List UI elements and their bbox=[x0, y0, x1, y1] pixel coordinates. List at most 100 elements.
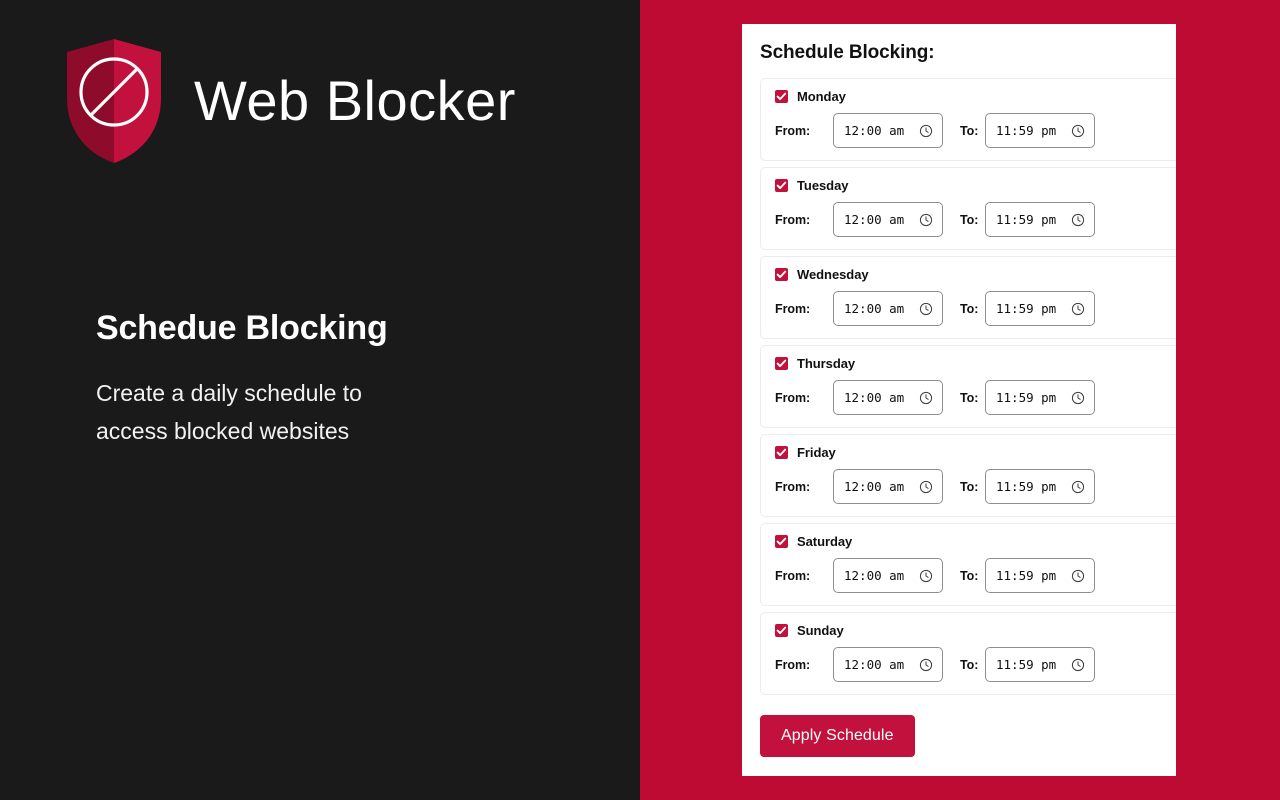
to-time-value: 11:59 pm bbox=[996, 301, 1057, 316]
day-row: Sunday From: 12:00 am To: 11:59 pm bbox=[760, 612, 1176, 695]
clock-icon[interactable] bbox=[1071, 124, 1085, 138]
from-time-input[interactable]: 12:00 am bbox=[833, 202, 943, 237]
from-time-input[interactable]: 12:00 am bbox=[833, 469, 943, 504]
clock-icon[interactable] bbox=[1071, 569, 1085, 583]
day-label: Monday bbox=[797, 89, 846, 104]
time-range: From: 12:00 am To: 11:59 pm bbox=[775, 113, 1176, 148]
clock-icon[interactable] bbox=[919, 124, 933, 138]
clock-icon[interactable] bbox=[919, 480, 933, 494]
from-label: From: bbox=[775, 479, 811, 494]
from-time-input[interactable]: 12:00 am bbox=[833, 291, 943, 326]
day-checkbox-saturday[interactable] bbox=[775, 535, 788, 548]
left-subtext: Create a daily schedule to access blocke… bbox=[96, 379, 362, 444]
schedule-card: Schedule Blocking: Monday From: 12:00 am To… bbox=[742, 24, 1176, 776]
day-header: Thursday bbox=[775, 356, 1176, 371]
to-label: To: bbox=[960, 390, 979, 405]
day-header: Monday bbox=[775, 89, 1176, 104]
day-label: Thursday bbox=[797, 356, 856, 371]
to-time-input[interactable]: 11:59 pm bbox=[985, 113, 1095, 148]
to-label: To: bbox=[960, 568, 979, 583]
time-range: From: 12:00 am To: 11:59 pm bbox=[775, 558, 1176, 593]
to-time-input[interactable]: 11:59 pm bbox=[985, 202, 1095, 237]
from-time-input[interactable]: 12:00 am bbox=[833, 113, 943, 148]
to-time-value: 11:59 pm bbox=[996, 123, 1057, 138]
from-time-input[interactable]: 12:00 am bbox=[833, 380, 943, 415]
to-time-input[interactable]: 11:59 pm bbox=[985, 469, 1095, 504]
time-range: From: 12:00 am To: 11:59 pm bbox=[775, 380, 1176, 415]
to-time-input[interactable]: 11:59 pm bbox=[985, 647, 1095, 682]
app-root: Web Blocker Schedue Blocking Create a da… bbox=[0, 0, 1280, 800]
to-time-value: 11:59 pm bbox=[996, 657, 1057, 672]
clock-icon[interactable] bbox=[919, 302, 933, 316]
left-heading: Schedue Blocking bbox=[96, 309, 388, 347]
day-row: Wednesday From: 12:00 am To: 11:59 pm bbox=[760, 256, 1176, 339]
clock-icon[interactable] bbox=[1071, 213, 1085, 227]
from-label: From: bbox=[775, 390, 811, 405]
clock-icon[interactable] bbox=[919, 391, 933, 405]
from-time-input[interactable]: 12:00 am bbox=[833, 647, 943, 682]
brand: Web Blocker bbox=[64, 36, 516, 166]
brand-title: Web Blocker bbox=[194, 69, 516, 132]
shield-prohibited-icon bbox=[64, 36, 164, 166]
day-checkbox-thursday[interactable] bbox=[775, 357, 788, 370]
from-time-value: 12:00 am bbox=[844, 301, 905, 316]
day-checkbox-friday[interactable] bbox=[775, 446, 788, 459]
to-time-value: 11:59 pm bbox=[996, 390, 1057, 405]
day-row: Monday From: 12:00 am To: 11:59 pm bbox=[760, 78, 1176, 161]
from-time-value: 12:00 am bbox=[844, 479, 905, 494]
day-label: Friday bbox=[797, 445, 836, 460]
from-time-value: 12:00 am bbox=[844, 390, 905, 405]
day-label: Wednesday bbox=[797, 267, 869, 282]
to-label: To: bbox=[960, 301, 979, 316]
to-time-input[interactable]: 11:59 pm bbox=[985, 558, 1095, 593]
from-label: From: bbox=[775, 657, 811, 672]
to-time-value: 11:59 pm bbox=[996, 212, 1057, 227]
from-time-value: 12:00 am bbox=[844, 123, 905, 138]
day-checkbox-monday[interactable] bbox=[775, 90, 788, 103]
day-header: Sunday bbox=[775, 623, 1176, 638]
day-header: Tuesday bbox=[775, 178, 1176, 193]
day-row: Saturday From: 12:00 am To: 11:59 pm bbox=[760, 523, 1176, 606]
clock-icon[interactable] bbox=[919, 213, 933, 227]
to-time-input[interactable]: 11:59 pm bbox=[985, 291, 1095, 326]
day-row: Tuesday From: 12:00 am To: 11:59 pm bbox=[760, 167, 1176, 250]
time-range: From: 12:00 am To: 11:59 pm bbox=[775, 291, 1176, 326]
left-copy: Schedue Blocking Create a daily schedule… bbox=[96, 308, 516, 451]
days-list: Monday From: 12:00 am To: 11:59 pm Tuesday Fro… bbox=[742, 64, 1176, 695]
to-time-input[interactable]: 11:59 pm bbox=[985, 380, 1095, 415]
from-time-value: 12:00 am bbox=[844, 657, 905, 672]
from-time-value: 12:00 am bbox=[844, 568, 905, 583]
day-row: Thursday From: 12:00 am To: 11:59 pm bbox=[760, 345, 1176, 428]
apply-schedule-button[interactable]: Apply Schedule bbox=[760, 715, 915, 757]
panel-title: Schedule Blocking: bbox=[760, 42, 935, 63]
to-label: To: bbox=[960, 123, 979, 138]
clock-icon[interactable] bbox=[1071, 658, 1085, 672]
clock-icon[interactable] bbox=[919, 569, 933, 583]
time-range: From: 12:00 am To: 11:59 pm bbox=[775, 202, 1176, 237]
from-time-input[interactable]: 12:00 am bbox=[833, 558, 943, 593]
from-label: From: bbox=[775, 212, 811, 227]
to-time-value: 11:59 pm bbox=[996, 479, 1057, 494]
day-checkbox-wednesday[interactable] bbox=[775, 268, 788, 281]
from-label: From: bbox=[775, 301, 811, 316]
day-checkbox-tuesday[interactable] bbox=[775, 179, 788, 192]
clock-icon[interactable] bbox=[1071, 391, 1085, 405]
to-label: To: bbox=[960, 479, 979, 494]
clock-icon[interactable] bbox=[1071, 302, 1085, 316]
clock-icon[interactable] bbox=[1071, 480, 1085, 494]
to-time-value: 11:59 pm bbox=[996, 568, 1057, 583]
from-time-value: 12:00 am bbox=[844, 212, 905, 227]
day-label: Saturday bbox=[797, 534, 853, 549]
right-crimson-background: Schedule Blocking: Monday From: 12:00 am To… bbox=[640, 0, 1280, 800]
day-row: Friday From: 12:00 am To: 11:59 pm bbox=[760, 434, 1176, 517]
clock-icon[interactable] bbox=[919, 658, 933, 672]
from-label: From: bbox=[775, 568, 811, 583]
day-checkbox-sunday[interactable] bbox=[775, 624, 788, 637]
day-header: Wednesday bbox=[775, 267, 1176, 282]
from-label: From: bbox=[775, 123, 811, 138]
time-range: From: 12:00 am To: 11:59 pm bbox=[775, 647, 1176, 682]
time-range: From: 12:00 am To: 11:59 pm bbox=[775, 469, 1176, 504]
day-label: Tuesday bbox=[797, 178, 849, 193]
day-label: Sunday bbox=[797, 623, 844, 638]
to-label: To: bbox=[960, 657, 979, 672]
